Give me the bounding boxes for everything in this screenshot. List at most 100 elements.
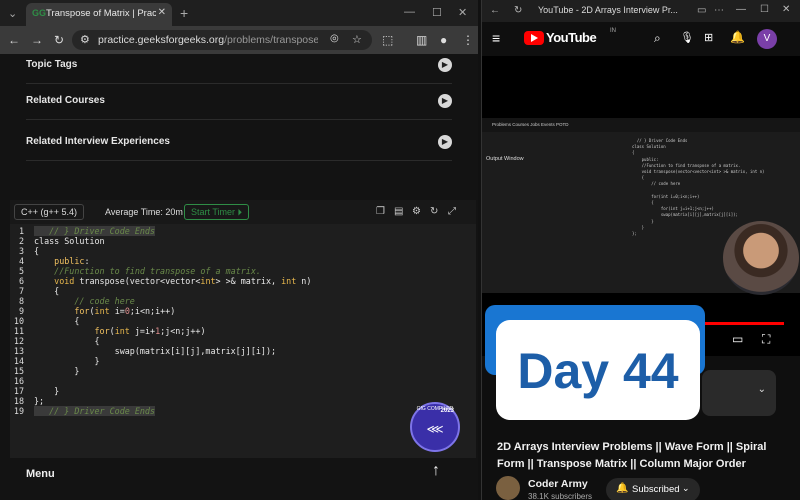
line-number: 14 [13,356,24,366]
code-editor[interactable]: C++ (g++ 5.4) Average Time: 20m Start Ti… [10,200,476,462]
code-line[interactable]: 7 { [10,286,476,296]
code-line[interactable]: 8 // code here [10,296,476,306]
code-lines[interactable]: 1 // } Driver Code Ends 2 class Solution 3{… [10,226,476,416]
arrow-up-icon[interactable]: ↑ [432,462,440,480]
bell-icon: 🔔 [616,483,629,494]
code-line[interactable]: 6 void transpose(vector<vector<int> >& m… [10,276,476,286]
right-tab-title: YouTube - 2D Arrays Interview Pr... [538,5,678,15]
sidebar-icon[interactable]: ▥ [416,33,427,47]
left-browser-window: ⌄ GG Transpose of Matrix | Practice | ✕ … [0,0,478,500]
video-frame-nav-text: Problems Courses Jobs Events POTD [492,122,569,127]
code-line[interactable]: 14 } [10,356,476,366]
start-timer-button[interactable]: Start Timer ⏵ [184,204,250,220]
video-frame-output-window: Output Window [486,156,524,162]
extensions-icon[interactable]: ⬚ [382,33,393,47]
reset-icon[interactable]: ↻ [430,206,438,217]
more-menu-icon[interactable]: ⋮ [462,33,474,47]
accordion-interview-experiences[interactable]: Related Interview Experiences ▶ [26,125,452,161]
minimize-icon[interactable]: — [736,4,746,15]
file-icon[interactable]: ▤ [394,206,403,217]
code-line[interactable]: 15 } [10,366,476,376]
subscriber-count: 38.1K subscribers [528,492,593,500]
url-field[interactable]: ⚙ practice.geeksforgeeks.org/problems/tr… [72,30,372,50]
code-line[interactable]: 17 } [10,386,476,396]
maximize-icon[interactable]: ☐ [760,4,769,15]
compiled-badge: 2023 ⋘ GfG COMPILED [410,402,460,452]
page-footer-bar: Menu ↑ [0,458,478,500]
code-line[interactable]: 12 { [10,336,476,346]
avatar[interactable]: V [757,29,777,49]
line-number: 9 [18,306,24,316]
new-tab-icon[interactable]: + [180,5,188,21]
code-line[interactable]: 5 //Function to find transpose of a matr… [10,266,476,276]
code-text: { [34,336,100,346]
profile-icon[interactable]: ● [440,33,447,47]
chevron-right-icon[interactable]: ▶ [438,135,452,149]
fullscreen-icon[interactable]: ⤢ [448,206,456,217]
maximize-icon[interactable]: ☐ [432,6,442,19]
video-progress-bar[interactable] [702,322,784,325]
code-line[interactable]: 13 swap(matrix[i][j],matrix[j][i]); [10,346,476,356]
accordion-label: Related Interview Experiences [26,136,170,147]
tab-close-icon[interactable]: ✕ [158,7,166,18]
language-select[interactable]: C++ (g++ 5.4) [14,204,85,220]
code-line[interactable]: 11 for(int j=i+1;j<n;j++) [10,326,476,336]
close-window-icon[interactable]: ✕ [782,4,790,15]
chevron-right-icon[interactable]: ▶ [438,58,452,72]
chevron-right-icon[interactable]: ▶ [438,94,452,108]
tab-menu-icon[interactable]: ⌄ [8,7,17,20]
url-host: practice.geeksforgeeks.org [98,34,225,46]
code-line[interactable]: 16 [10,376,476,386]
minimize-icon[interactable]: — [404,6,415,18]
create-video-icon[interactable]: ⊞ [704,31,713,44]
right-browser-window: ← ↻ YouTube - 2D Arrays Interview Pr... … [481,0,800,500]
country-code: IN [610,28,616,34]
reload-icon[interactable]: ↻ [514,5,522,16]
eye-off-icon[interactable]: ◎ [330,33,339,44]
settings-icon[interactable]: ⚙ [412,206,421,217]
forward-icon[interactable]: → [31,33,43,47]
fullscreen-icon[interactable]: ⛶ [762,332,770,347]
close-window-icon[interactable]: ✕ [458,6,467,19]
code-line[interactable]: 2 class Solution [10,236,476,246]
cast-icon[interactable]: ▭ [697,5,706,16]
code-line[interactable]: 1 // } Driver Code Ends [10,226,476,236]
more-menu-icon[interactable]: ⋯ [714,5,724,16]
code-line[interactable]: 9 for(int i=0;i<n;i++) [10,306,476,316]
code-line[interactable]: 3{ [10,246,476,256]
code-line[interactable]: 10 { [10,316,476,326]
accordion-topic-tags[interactable]: Topic Tags ▶ [26,48,452,84]
microphone-icon[interactable]: 🎙 [680,31,694,44]
code-text: swap(matrix[i][j],matrix[j][i]); [34,346,277,356]
presenter-webcam [723,221,799,295]
thumbnail-day-card: Day 44 [496,320,700,420]
hamburger-menu-icon[interactable]: ≡ [492,30,500,46]
subscribed-button[interactable]: 🔔 Subscribed ⌄ [606,478,700,500]
bookmark-star-icon[interactable]: ☆ [352,33,362,46]
miniplayer-icon[interactable]: ▭ [732,332,743,346]
youtube-logo-icon[interactable] [524,31,544,45]
channel-name[interactable]: Coder Army [528,478,588,490]
line-number: 4 [18,256,24,266]
code-text: // } Driver Code Ends [34,406,156,416]
back-icon[interactable]: ← [490,5,500,16]
notifications-bell-icon[interactable]: 🔔 [730,30,745,44]
reload-icon[interactable]: ↻ [54,33,64,47]
menu-button[interactable]: Menu [26,468,55,480]
back-icon[interactable]: ← [8,33,20,47]
code-text: }; [34,396,45,406]
site-info-icon[interactable]: ⚙ [80,33,90,46]
code-text: } [34,356,100,366]
search-icon[interactable]: ⌕ [654,31,661,46]
accordion-related-courses[interactable]: Related Courses ▶ [26,84,452,120]
copy-icon[interactable]: ❐ [376,206,385,217]
description-collapse[interactable]: ⌄ [702,370,776,416]
code-line[interactable]: 4 public: [10,256,476,266]
line-number: 6 [18,276,24,286]
chevron-down-icon[interactable]: ⌄ [758,384,766,395]
code-line[interactable]: 18}; [10,396,476,406]
code-line[interactable]: 19 // } Driver Code Ends [10,406,476,416]
channel-avatar[interactable] [496,476,520,500]
active-tab[interactable]: GG Transpose of Matrix | Practice | ✕ [26,3,172,26]
youtube-wordmark[interactable]: YouTube [546,30,597,45]
